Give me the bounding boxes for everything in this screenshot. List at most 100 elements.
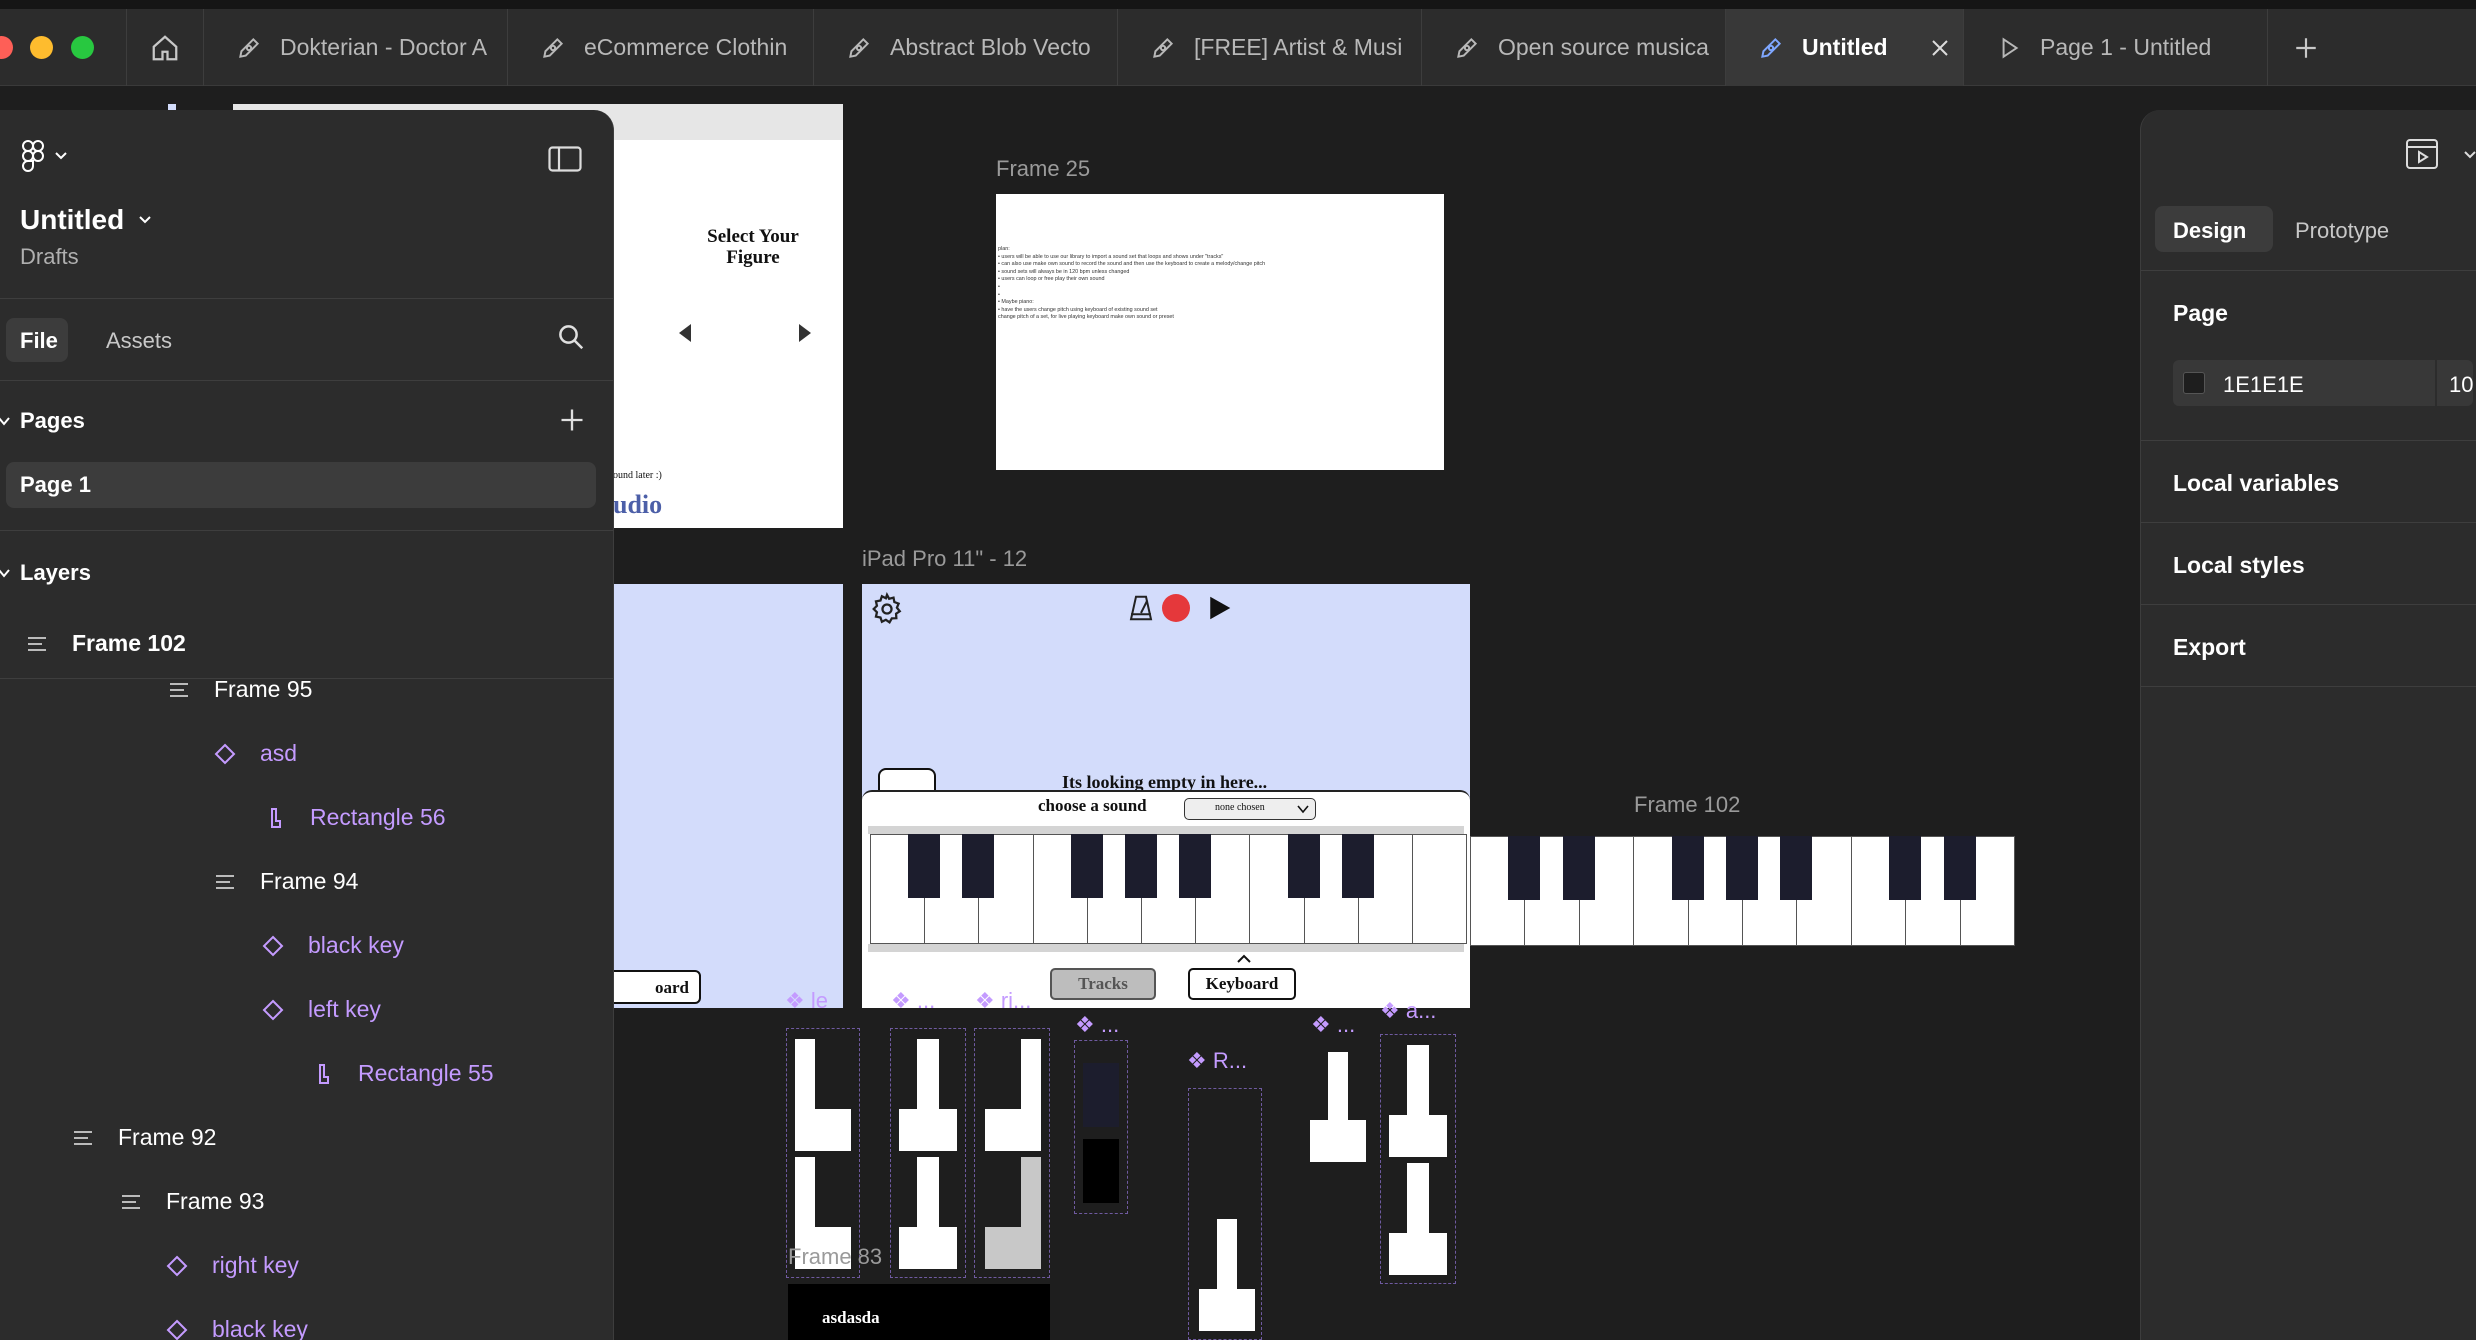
- tab-open-source-music[interactable]: Open source musica: [1421, 9, 1725, 86]
- close-tab-icon[interactable]: [1928, 36, 1952, 60]
- frame102-piano[interactable]: [1470, 836, 2015, 946]
- layer-rectangle-56[interactable]: Rectangle 56: [264, 804, 446, 831]
- metronome-icon[interactable]: [1126, 592, 1156, 624]
- layer-left-key[interactable]: left key: [262, 996, 381, 1023]
- component-label-ri[interactable]: ❖ ri...: [975, 988, 1031, 1014]
- component-set-left-key[interactable]: [786, 1028, 860, 1278]
- frame83-label[interactable]: Frame 83: [788, 1244, 882, 1270]
- sidebar-toggle-icon[interactable]: [548, 146, 582, 172]
- black-key[interactable]: [1287, 834, 1320, 898]
- component-set-r[interactable]: [1188, 1088, 1262, 1340]
- keyboard-button[interactable]: Keyboard: [1188, 968, 1296, 1000]
- ipad-frame-label[interactable]: iPad Pro 11" - 12: [862, 546, 1027, 572]
- local-styles-button[interactable]: Local styles: [2173, 552, 2305, 579]
- component-set-right-key[interactable]: [974, 1028, 1050, 1278]
- floating-key-shape[interactable]: [1310, 1052, 1366, 1162]
- arrow-left-icon[interactable]: [677, 322, 695, 344]
- component-label-text: ...: [916, 988, 936, 1013]
- color-swatch[interactable]: [2183, 372, 2205, 394]
- tab-ecommerce[interactable]: eCommerce Clothin: [507, 9, 813, 86]
- minimize-window-button[interactable]: [30, 36, 53, 59]
- black-key[interactable]: [1125, 834, 1157, 898]
- new-tab-button[interactable]: [2267, 9, 2344, 86]
- layer-black-key-2[interactable]: black key: [166, 1316, 308, 1340]
- component-set-black-key[interactable]: [1074, 1040, 1128, 1214]
- search-icon[interactable]: [556, 322, 586, 352]
- zoom-window-button[interactable]: [71, 36, 94, 59]
- file-location[interactable]: Drafts: [20, 244, 79, 270]
- tab-artist-music[interactable]: [FREE] Artist & Musi: [1117, 9, 1421, 86]
- black-key[interactable]: [1671, 836, 1704, 900]
- black-key[interactable]: [1780, 836, 1813, 900]
- home-button[interactable]: [126, 9, 203, 86]
- layer-frame-94[interactable]: Frame 94: [214, 868, 358, 895]
- layer-right-key[interactable]: right key: [166, 1252, 299, 1279]
- export-button[interactable]: Export: [2173, 634, 2246, 661]
- black-key[interactable]: [1508, 836, 1541, 900]
- tab-assets[interactable]: Assets: [106, 328, 172, 354]
- white-key[interactable]: [1412, 834, 1468, 944]
- play-icon[interactable]: [1204, 592, 1234, 624]
- frame83[interactable]: asdasda: [788, 1284, 1050, 1340]
- frame25[interactable]: plan: • users will be able to use our lib…: [996, 194, 1444, 470]
- frame25-label[interactable]: Frame 25: [996, 156, 1090, 182]
- file-name-button[interactable]: Untitled: [20, 204, 152, 236]
- middle-key-shape-pressed: [899, 1157, 957, 1269]
- black-key[interactable]: [1070, 834, 1103, 898]
- settings-gear-icon[interactable]: [870, 592, 904, 626]
- bg-opacity-value[interactable]: 10: [2449, 372, 2473, 398]
- add-page-icon[interactable]: [558, 406, 586, 434]
- tab-design[interactable]: Design: [2173, 218, 2246, 244]
- black-key[interactable]: [1943, 836, 1976, 900]
- main-menu-button[interactable]: [22, 140, 68, 172]
- tab-page1-untitled[interactable]: Page 1 - Untitled: [1963, 9, 2267, 86]
- pages-header[interactable]: Pages: [20, 408, 85, 434]
- close-window-button[interactable]: [0, 36, 13, 59]
- chevron-down-icon[interactable]: [2463, 150, 2476, 160]
- page-bg-color-field[interactable]: 1E1E1E 10: [2173, 360, 2473, 406]
- frame102-label[interactable]: Frame 102: [1634, 792, 1740, 818]
- component-label-2[interactable]: ❖ ...: [891, 988, 935, 1014]
- bg-hex-value[interactable]: 1E1E1E: [2223, 372, 2304, 398]
- tab-untitled[interactable]: Untitled: [1725, 9, 1963, 86]
- black-key[interactable]: [908, 834, 941, 898]
- ipad-frame[interactable]: Its looking empty in here... choose a so…: [862, 584, 1470, 1008]
- layer-rectangle-55[interactable]: Rectangle 55: [312, 1060, 494, 1087]
- component-label-a[interactable]: ❖ a...: [1380, 998, 1436, 1024]
- layer-frame-95[interactable]: Frame 95: [168, 676, 312, 703]
- chevron-down-icon[interactable]: [0, 568, 10, 578]
- component-label-R[interactable]: ❖ R...: [1187, 1048, 1247, 1074]
- sound-dropdown[interactable]: none chosen: [1184, 798, 1316, 820]
- component-label-le[interactable]: ❖ le: [785, 988, 828, 1014]
- tab-dokterian[interactable]: Dokterian - Doctor A: [203, 9, 507, 86]
- tracks-button[interactable]: Tracks: [1050, 968, 1156, 1000]
- local-variables-button[interactable]: Local variables: [2173, 470, 2339, 497]
- black-key[interactable]: [1562, 836, 1595, 900]
- tab-prototype[interactable]: Prototype: [2295, 218, 2389, 244]
- component-label-6[interactable]: ❖ ...: [1311, 1012, 1355, 1038]
- layer-frame-102[interactable]: Frame 102: [26, 630, 186, 657]
- component-label-4[interactable]: ❖ ...: [1075, 1012, 1119, 1038]
- black-key[interactable]: [962, 834, 995, 898]
- layer-frame-92[interactable]: Frame 92: [72, 1124, 216, 1151]
- chevron-down-icon[interactable]: [0, 416, 10, 426]
- record-button[interactable]: [1162, 594, 1190, 622]
- black-key[interactable]: [1341, 834, 1374, 898]
- black-key[interactable]: [1179, 834, 1212, 898]
- arrow-right-icon[interactable]: [795, 322, 813, 344]
- present-icon[interactable]: [2405, 138, 2439, 170]
- tab-abstract-blob[interactable]: Abstract Blob Vecto: [813, 9, 1117, 86]
- layer-black-key[interactable]: black key: [262, 932, 404, 959]
- component-set-a[interactable]: [1380, 1034, 1456, 1284]
- black-key[interactable]: [1726, 836, 1758, 900]
- tab-file[interactable]: File: [20, 328, 58, 354]
- black-key[interactable]: [1889, 836, 1922, 900]
- layers-header[interactable]: Layers: [20, 560, 91, 586]
- layer-asd[interactable]: asd: [214, 740, 297, 767]
- piano-keyboard[interactable]: [870, 834, 1468, 944]
- component-set-middle-key[interactable]: [890, 1028, 966, 1278]
- chevron-up-icon[interactable]: [1236, 954, 1252, 964]
- layer-frame-93[interactable]: Frame 93: [120, 1188, 264, 1215]
- keyboard-button-partial[interactable]: oard: [605, 970, 701, 1004]
- page-item-page1[interactable]: [6, 462, 596, 508]
